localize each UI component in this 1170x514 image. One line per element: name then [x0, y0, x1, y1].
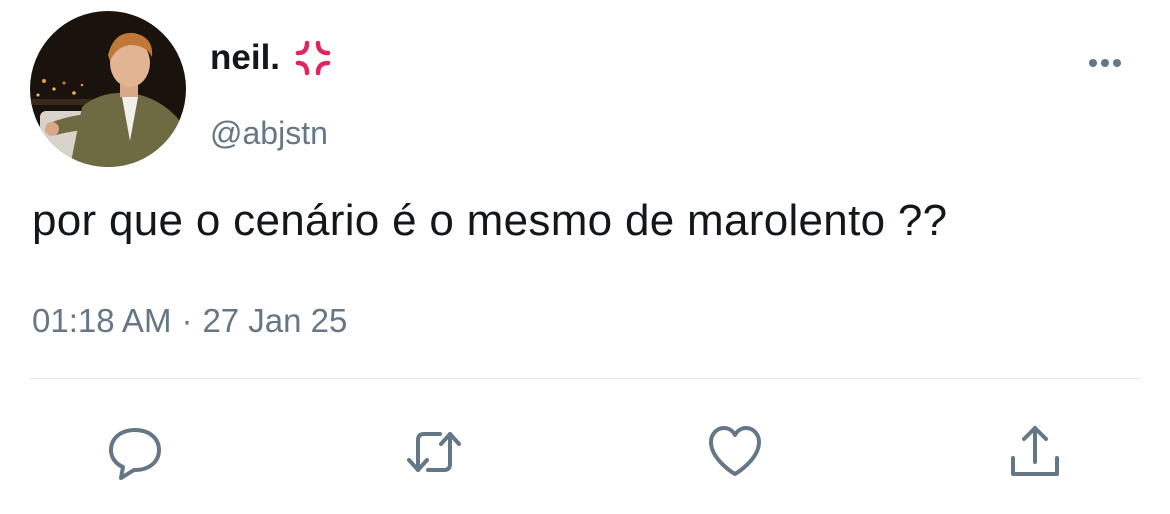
more-options-button[interactable]	[1082, 48, 1128, 78]
divider	[30, 378, 1140, 379]
avatar[interactable]	[30, 11, 186, 167]
avatar-photo	[30, 11, 186, 167]
retweet-button[interactable]	[404, 422, 464, 482]
author-name-row[interactable]: neil.	[210, 38, 332, 78]
tweet-timestamp[interactable]: 01:18 AM · 27 Jan 25	[32, 302, 347, 340]
retweet-icon	[407, 432, 461, 472]
share-button[interactable]	[1005, 422, 1065, 482]
share-icon	[1011, 426, 1059, 476]
tweet-time: 01:18 AM	[32, 302, 172, 339]
like-button[interactable]	[705, 422, 765, 482]
tweet-date: 27 Jan 25	[202, 302, 348, 339]
comment-icon	[109, 428, 161, 480]
anger-symbol-icon	[294, 39, 332, 77]
display-name[interactable]: neil.	[210, 38, 280, 78]
timestamp-separator: ·	[181, 302, 193, 339]
author-handle[interactable]: @abjstn	[210, 115, 328, 152]
heart-icon	[709, 426, 761, 476]
reply-button[interactable]	[105, 422, 165, 482]
more-icon	[1089, 59, 1121, 67]
tweet-text: por que o cenário é o mesmo de marolento…	[32, 196, 948, 245]
